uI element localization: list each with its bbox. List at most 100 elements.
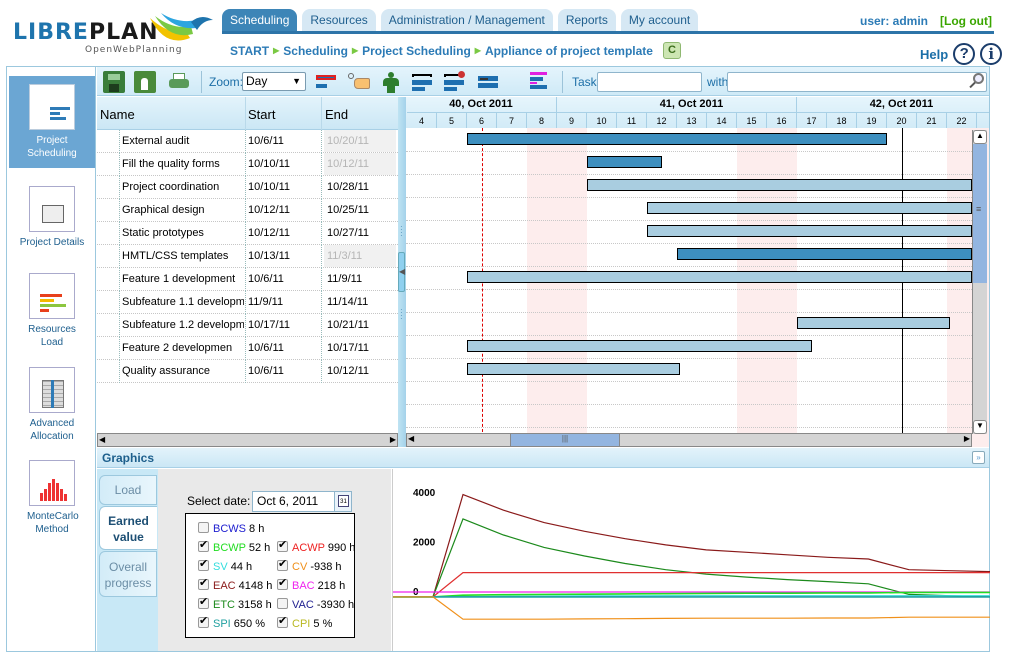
task-bar[interactable] <box>647 202 972 214</box>
task-name-cell[interactable]: Static prototypes <box>122 227 244 239</box>
indicator-checkbox[interactable] <box>198 538 209 552</box>
task-start-cell[interactable]: 10/12/11 <box>248 227 320 239</box>
table-row[interactable]: HMTL/CSS templates 10/13/11 11/3/11 <box>97 245 398 268</box>
tab-overall-progress[interactable]: Overall progress <box>99 551 157 597</box>
indicator-vac[interactable]: VAC -3930 h <box>277 598 354 611</box>
task-bar[interactable] <box>467 340 812 352</box>
show-advances-icon[interactable] <box>478 71 500 93</box>
gantt-horizontal-scrollbar[interactable]: ◀ ||| ▶ <box>406 433 972 447</box>
indicator-checkbox[interactable] <box>198 576 209 590</box>
indicator-acwp[interactable]: ACWP 990 h <box>277 538 355 554</box>
task-bar[interactable] <box>797 317 950 329</box>
table-row[interactable]: Subfeature 1.1 developme 11/9/11 11/14/11 <box>97 291 398 314</box>
save-icon[interactable] <box>103 71 125 93</box>
indicator-bcws[interactable]: BCWS 8 h <box>198 522 264 535</box>
task-bar[interactable] <box>677 248 972 260</box>
task-start-cell[interactable]: 10/10/11 <box>248 181 320 193</box>
scroll-left-icon[interactable]: ◀ <box>408 434 414 443</box>
table-row[interactable]: Fill the quality forms 10/10/11 10/12/11 <box>97 153 398 176</box>
indicator-sv[interactable]: SV 44 h <box>198 557 252 573</box>
indicator-checkbox[interactable] <box>198 557 209 571</box>
print-icon[interactable] <box>167 71 189 93</box>
breadcrumb-start[interactable]: START <box>230 44 269 58</box>
expand-tasks-icon[interactable] <box>412 71 434 93</box>
scroll-left-icon[interactable]: ◀ <box>99 435 105 444</box>
task-end-cell[interactable]: 10/21/11 <box>324 314 396 336</box>
task-end-cell[interactable]: 10/27/11 <box>324 222 396 244</box>
critical-path-icon[interactable] <box>316 71 338 93</box>
indicator-checkbox[interactable] <box>277 576 288 590</box>
scroll-up-icon[interactable]: ▲ <box>973 130 987 144</box>
task-bar[interactable] <box>467 363 680 375</box>
table-row[interactable]: Subfeature 1.2 developme 10/17/11 10/21/11 <box>97 314 398 337</box>
task-start-cell[interactable]: 10/13/11 <box>248 250 320 262</box>
collapse-splitter-button[interactable]: ◀ <box>398 252 405 292</box>
breadcrumb-scheduling[interactable]: Scheduling <box>283 44 348 58</box>
show-reported-hours-icon[interactable] <box>527 71 549 93</box>
task-name-cell[interactable]: Feature 2 developmen <box>122 342 244 354</box>
scroll-down-icon[interactable]: ▼ <box>973 420 987 434</box>
task-name-cell[interactable]: Feature 1 development <box>122 273 244 285</box>
indicator-checkbox[interactable] <box>198 595 209 609</box>
task-start-cell[interactable]: 10/17/11 <box>248 319 320 331</box>
tab-reports[interactable]: Reports <box>557 9 616 31</box>
indicator-checkbox[interactable] <box>277 614 288 628</box>
logout-link[interactable]: [Log out] <box>940 14 992 28</box>
table-row[interactable]: Feature 2 developmen 10/6/11 10/17/11 <box>97 337 398 360</box>
column-header-name[interactable]: Name <box>100 107 135 122</box>
task-end-cell[interactable]: 10/17/11 <box>324 337 396 359</box>
task-start-cell[interactable]: 10/6/11 <box>248 342 320 354</box>
tab-administration[interactable]: Administration / Management <box>380 9 553 31</box>
sidebar-item-montecarlo[interactable]: MonteCarlo Method <box>9 452 95 542</box>
task-name-cell[interactable]: Project coordination <box>122 181 244 193</box>
table-row[interactable]: Feature 1 development 10/6/11 11/9/11 <box>97 268 398 291</box>
tab-load[interactable]: Load <box>99 475 157 505</box>
task-name-cell[interactable]: External audit <box>122 135 244 147</box>
task-start-cell[interactable]: 11/9/11 <box>248 296 320 308</box>
column-header-end[interactable]: End <box>325 107 348 122</box>
sidebar-item-project-details[interactable]: Project Details <box>9 178 95 253</box>
tab-earned-value[interactable]: Earned value <box>99 506 157 550</box>
sidebar-item-project-scheduling[interactable]: Project Scheduling <box>9 76 95 168</box>
task-end-cell[interactable]: 10/12/11 <box>324 153 396 175</box>
vertical-scroll-thumb[interactable]: ≡ <box>973 144 987 283</box>
table-row[interactable]: Graphical design 10/12/11 10/25/11 <box>97 199 398 222</box>
indicator-checkbox[interactable] <box>277 538 288 552</box>
indicator-checkbox[interactable] <box>198 522 209 533</box>
task-start-cell[interactable]: 10/6/11 <box>248 365 320 377</box>
task-end-cell[interactable]: 11/9/11 <box>324 268 396 290</box>
task-name-cell[interactable]: Subfeature 1.2 developme <box>122 319 244 331</box>
search-icon[interactable] <box>969 73 985 89</box>
indicator-checkbox[interactable] <box>277 557 288 571</box>
task-start-cell[interactable]: 10/12/11 <box>248 204 320 216</box>
task-name-cell[interactable]: Subfeature 1.1 developme <box>122 296 244 308</box>
indicator-checkbox[interactable] <box>277 598 288 609</box>
table-row[interactable]: Project coordination 10/10/11 10/28/11 <box>97 176 398 199</box>
task-bar[interactable] <box>587 179 972 191</box>
table-row[interactable]: External audit 10/6/11 10/20/11 <box>97 130 398 153</box>
task-start-cell[interactable]: 10/10/11 <box>248 158 320 170</box>
help-icon[interactable]: ? <box>953 43 976 65</box>
sidebar-item-resources-load[interactable]: Resources Load <box>9 265 95 355</box>
task-start-cell[interactable]: 10/6/11 <box>248 135 320 147</box>
task-bar[interactable] <box>467 133 887 145</box>
task-name-cell[interactable]: Graphical design <box>122 204 244 216</box>
collapse-graphics-icon[interactable]: » <box>972 451 985 464</box>
task-bar[interactable] <box>647 225 972 237</box>
resources-icon[interactable] <box>380 71 402 93</box>
indicator-spi[interactable]: SPI 650 % <box>198 614 265 630</box>
task-end-cell[interactable]: 11/14/11 <box>324 291 396 313</box>
table-row[interactable]: Quality assurance 10/6/11 10/12/11 <box>97 360 398 383</box>
tab-my-account[interactable]: My account <box>620 9 699 31</box>
labels-icon[interactable] <box>348 71 370 93</box>
scroll-right-icon[interactable]: ▶ <box>964 434 970 443</box>
indicator-checkbox[interactable] <box>198 614 209 628</box>
gantt-vertical-scrollbar[interactable]: ▲ ≡ ▼ <box>972 130 987 434</box>
task-name-cell[interactable]: Quality assurance <box>122 365 244 377</box>
table-row[interactable]: Static prototypes 10/12/11 10/27/11 <box>97 222 398 245</box>
task-start-cell[interactable]: 10/6/11 <box>248 273 320 285</box>
task-end-cell[interactable]: 10/12/11 <box>324 360 396 382</box>
task-end-cell[interactable]: 10/25/11 <box>324 199 396 221</box>
task-end-cell[interactable]: 11/3/11 <box>324 245 396 267</box>
zoom-select[interactable]: Day ▼ <box>242 72 306 91</box>
